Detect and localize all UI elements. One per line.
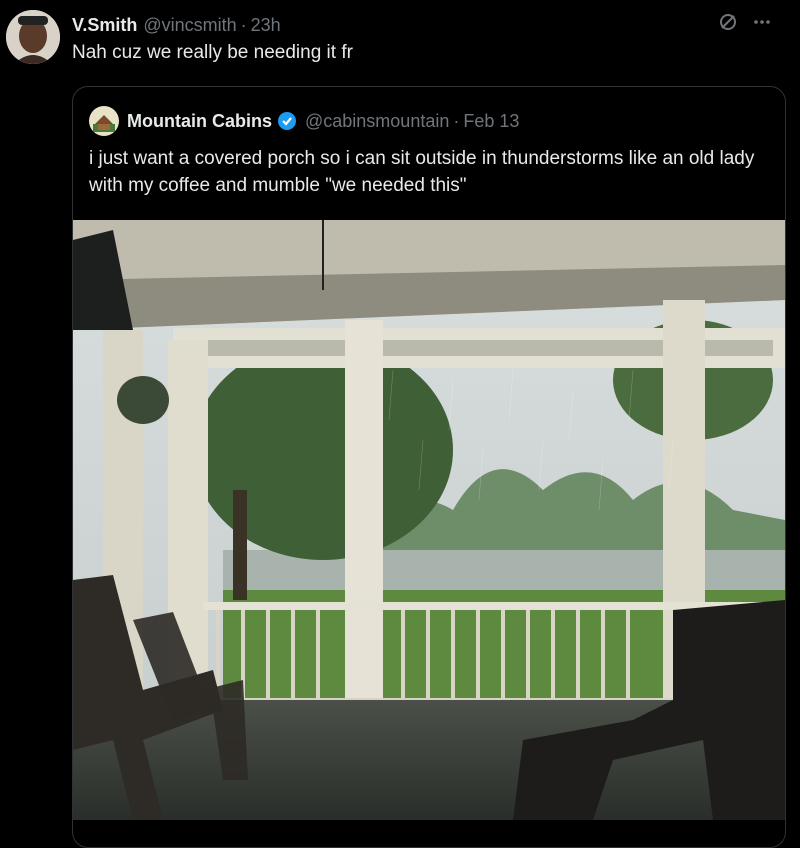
cabin-logo bbox=[89, 106, 119, 136]
porch-photo[interactable] bbox=[73, 220, 785, 820]
author-handle[interactable]: @vincsmith bbox=[143, 15, 236, 36]
quoted-tweet[interactable]: Mountain Cabins @cabinsmountain · Feb 13… bbox=[72, 86, 786, 848]
quoted-avatar[interactable] bbox=[89, 106, 119, 136]
verified-badge-icon bbox=[277, 111, 297, 131]
avatar-photo bbox=[6, 10, 60, 64]
author-name[interactable]: V.Smith bbox=[72, 15, 137, 36]
quoted-date[interactable]: Feb 13 bbox=[463, 111, 519, 132]
quoted-author-name[interactable]: Mountain Cabins bbox=[127, 111, 272, 132]
timestamp[interactable]: 23h bbox=[251, 15, 281, 36]
grok-icon[interactable] bbox=[718, 12, 738, 38]
quoted-author-handle[interactable]: @cabinsmountain bbox=[305, 111, 449, 132]
quoted-text: i just want a covered porch so i can sit… bbox=[89, 148, 755, 196]
tweet-text: Nah cuz we really be needing it fr bbox=[72, 42, 353, 63]
tweet-actions bbox=[718, 12, 772, 38]
avatar[interactable] bbox=[6, 10, 60, 64]
quoted-header: Mountain Cabins @cabinsmountain · Feb 13 bbox=[89, 106, 519, 136]
separator: · bbox=[240, 14, 247, 35]
quoted-separator: · bbox=[453, 110, 460, 131]
more-icon[interactable] bbox=[752, 12, 772, 38]
tweet-header: V.Smith @vincsmith · 23h bbox=[72, 12, 790, 38]
